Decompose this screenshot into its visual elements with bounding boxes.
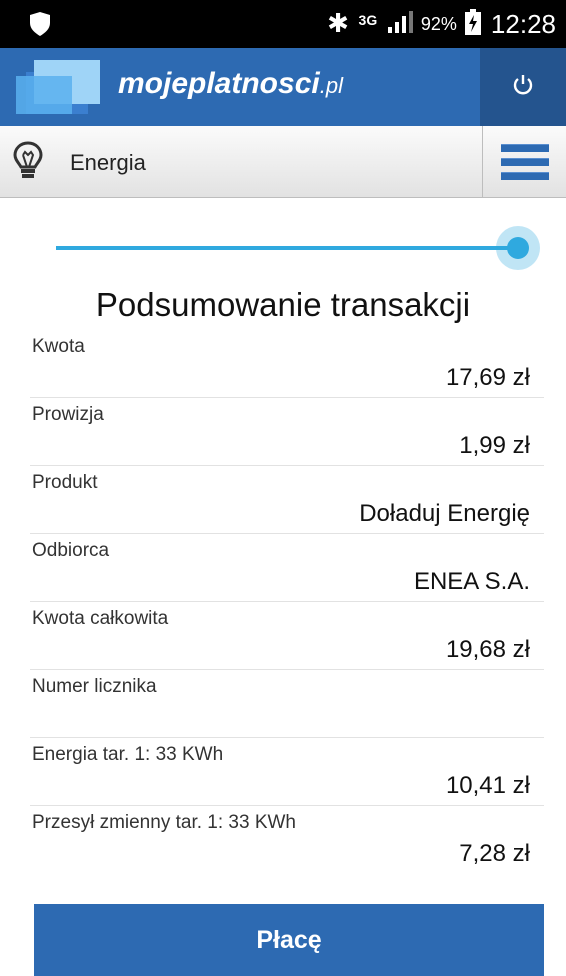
category-bar: Energia	[0, 126, 566, 198]
hamburger-icon-bar	[500, 172, 549, 180]
row-value: 7,28 zł	[459, 840, 530, 867]
logout-button[interactable]	[480, 48, 566, 126]
bluetooth-icon: ✱	[327, 9, 349, 39]
summary-row-total: Kwota całkowita 19,68 zł	[30, 602, 544, 670]
summary-row-transmission: Przesył zmienny tar. 1: 33 KWh 7,28 zł	[30, 806, 544, 874]
summary-row-fee: Prowizja 1,99 zł	[30, 398, 544, 466]
app-logo-icon[interactable]	[16, 58, 102, 118]
summary-row-amount: Kwota 17,69 zł	[30, 330, 544, 398]
signal-icon	[387, 10, 413, 38]
transaction-progress	[56, 220, 546, 276]
progress-track	[56, 246, 518, 250]
app-brand: mojeplatnosci.pl	[118, 67, 343, 101]
summary-row-meter-number: Numer licznika	[30, 670, 544, 738]
row-label: Kwota całkowita	[32, 608, 169, 629]
hamburger-icon-bar	[500, 144, 549, 152]
category-label: Energia	[70, 150, 146, 175]
row-value: 1,99 zł	[459, 432, 530, 459]
summary-row-energy-tariff: Energia tar. 1: 33 KWh 10,41 zł	[30, 738, 544, 806]
row-label: Numer licznika	[32, 676, 157, 697]
battery-charging-icon	[464, 8, 481, 40]
lightbulb-icon	[12, 140, 44, 185]
row-label: Kwota	[32, 336, 85, 357]
summary-list: Kwota 17,69 zł Prowizja 1,99 zł Produkt …	[30, 330, 544, 874]
row-label: Przesył zmienny tar. 1: 33 KWh	[32, 812, 296, 833]
status-bar: ✱ 3G 92% 12:28	[0, 0, 566, 48]
brand-tld: .pl	[319, 73, 343, 98]
row-label: Odbiorca	[32, 540, 110, 561]
progress-knob	[507, 237, 529, 259]
row-label: Energia tar. 1: 33 KWh	[32, 744, 224, 765]
row-label: Produkt	[32, 472, 98, 493]
row-value: Doładuj Energię	[359, 500, 530, 527]
network-type: 3G	[358, 12, 378, 28]
pay-button[interactable]: Płacę	[34, 904, 544, 976]
summary-row-recipient: Odbiorca ENEA S.A.	[30, 534, 544, 602]
row-value: ENEA S.A.	[413, 568, 530, 595]
clock: 12:28	[490, 8, 556, 39]
menu-button[interactable]	[482, 126, 566, 198]
hamburger-icon-bar	[500, 158, 549, 166]
brand-name: mojeplatnosci	[118, 67, 320, 100]
row-label: Prowizja	[32, 404, 104, 425]
power-icon	[512, 74, 534, 101]
row-value: 17,69 zł	[445, 364, 530, 391]
summary-row-product: Produkt Doładuj Energię	[30, 466, 544, 534]
row-value: 10,41 zł	[445, 772, 530, 799]
app-header: mojeplatnosci.pl	[0, 48, 566, 126]
row-value: 19,68 zł	[445, 636, 530, 663]
battery-percent: 92%	[420, 13, 457, 34]
shield-icon	[30, 12, 50, 41]
page-title: Podsumowanie transakcji	[95, 286, 471, 323]
